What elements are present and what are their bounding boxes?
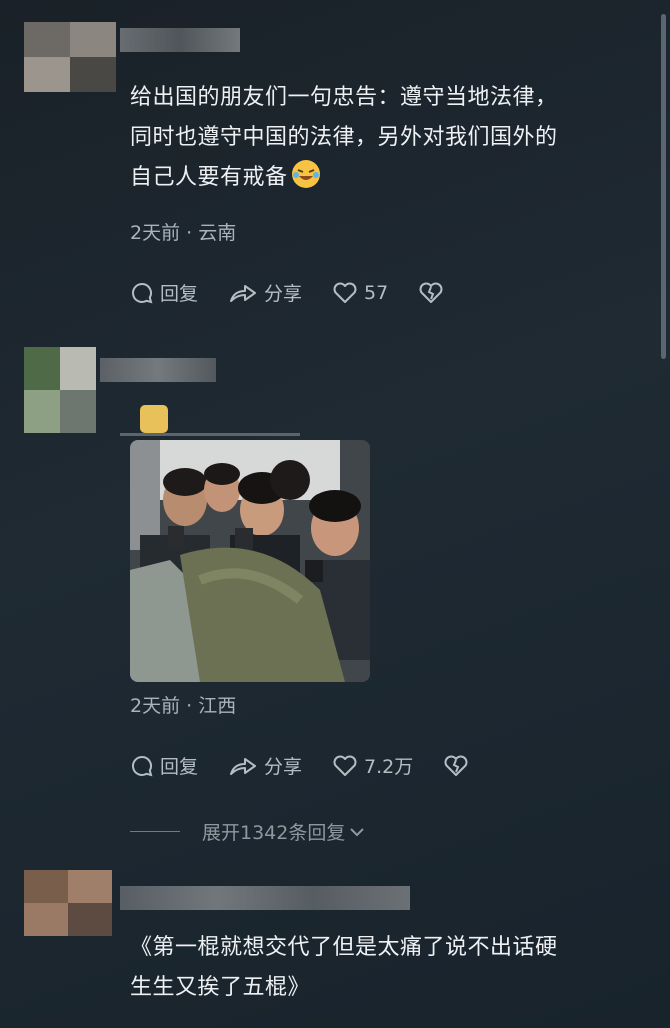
chevron-down-icon <box>350 827 365 836</box>
heart-icon <box>333 755 357 776</box>
dislike-button[interactable] <box>443 754 475 778</box>
like-button[interactable]: 57 <box>332 281 388 305</box>
comment-actions: 回复 分享 57 <box>130 279 480 306</box>
comment-text: 给出国的朋友们一句忠告：遵守当地法律， 同时也遵守中国的法律，另外对我们国外的 … <box>130 85 558 190</box>
comment-bubble-icon <box>132 755 153 776</box>
comment-text: 《第一棍就想交代了但是太痛了说不出话硬 生生又挨了五棍》 <box>130 935 558 1000</box>
divider-line <box>130 831 180 832</box>
laughing-crying-emoji-icon <box>291 160 320 188</box>
share-arrow-icon <box>230 284 257 302</box>
username-blurred[interactable] <box>120 28 240 52</box>
badge-underline <box>120 433 300 436</box>
username-blurred[interactable] <box>100 358 216 382</box>
share-button[interactable]: 分享 <box>228 752 302 779</box>
avatar-blurred[interactable] <box>24 347 96 433</box>
scrollbar[interactable] <box>661 14 666 359</box>
avatar-blurred[interactable] <box>24 870 112 936</box>
heart-icon <box>333 282 357 303</box>
comment-bubble-icon <box>132 282 153 303</box>
user-badge-icon <box>140 405 168 433</box>
like-button[interactable]: 7.2万 <box>332 752 413 779</box>
comment-meta: 2天前 · 江西 <box>130 695 237 717</box>
broken-heart-icon <box>419 282 443 303</box>
expand-replies-button[interactable]: 展开1342条回复 <box>130 818 367 845</box>
comment-actions: 回复 分享 7.2万 <box>130 752 505 779</box>
reply-button[interactable]: 回复 <box>130 279 198 306</box>
comment-photo[interactable] <box>130 440 370 682</box>
broken-heart-icon <box>444 755 468 776</box>
share-button[interactable]: 分享 <box>228 279 302 306</box>
reply-button[interactable]: 回复 <box>130 752 198 779</box>
comment-meta: 2天前 · 云南 <box>130 222 237 244</box>
share-arrow-icon <box>230 757 257 775</box>
dislike-button[interactable] <box>418 281 450 305</box>
avatar-blurred[interactable] <box>24 22 116 92</box>
username-blurred[interactable] <box>120 886 410 910</box>
